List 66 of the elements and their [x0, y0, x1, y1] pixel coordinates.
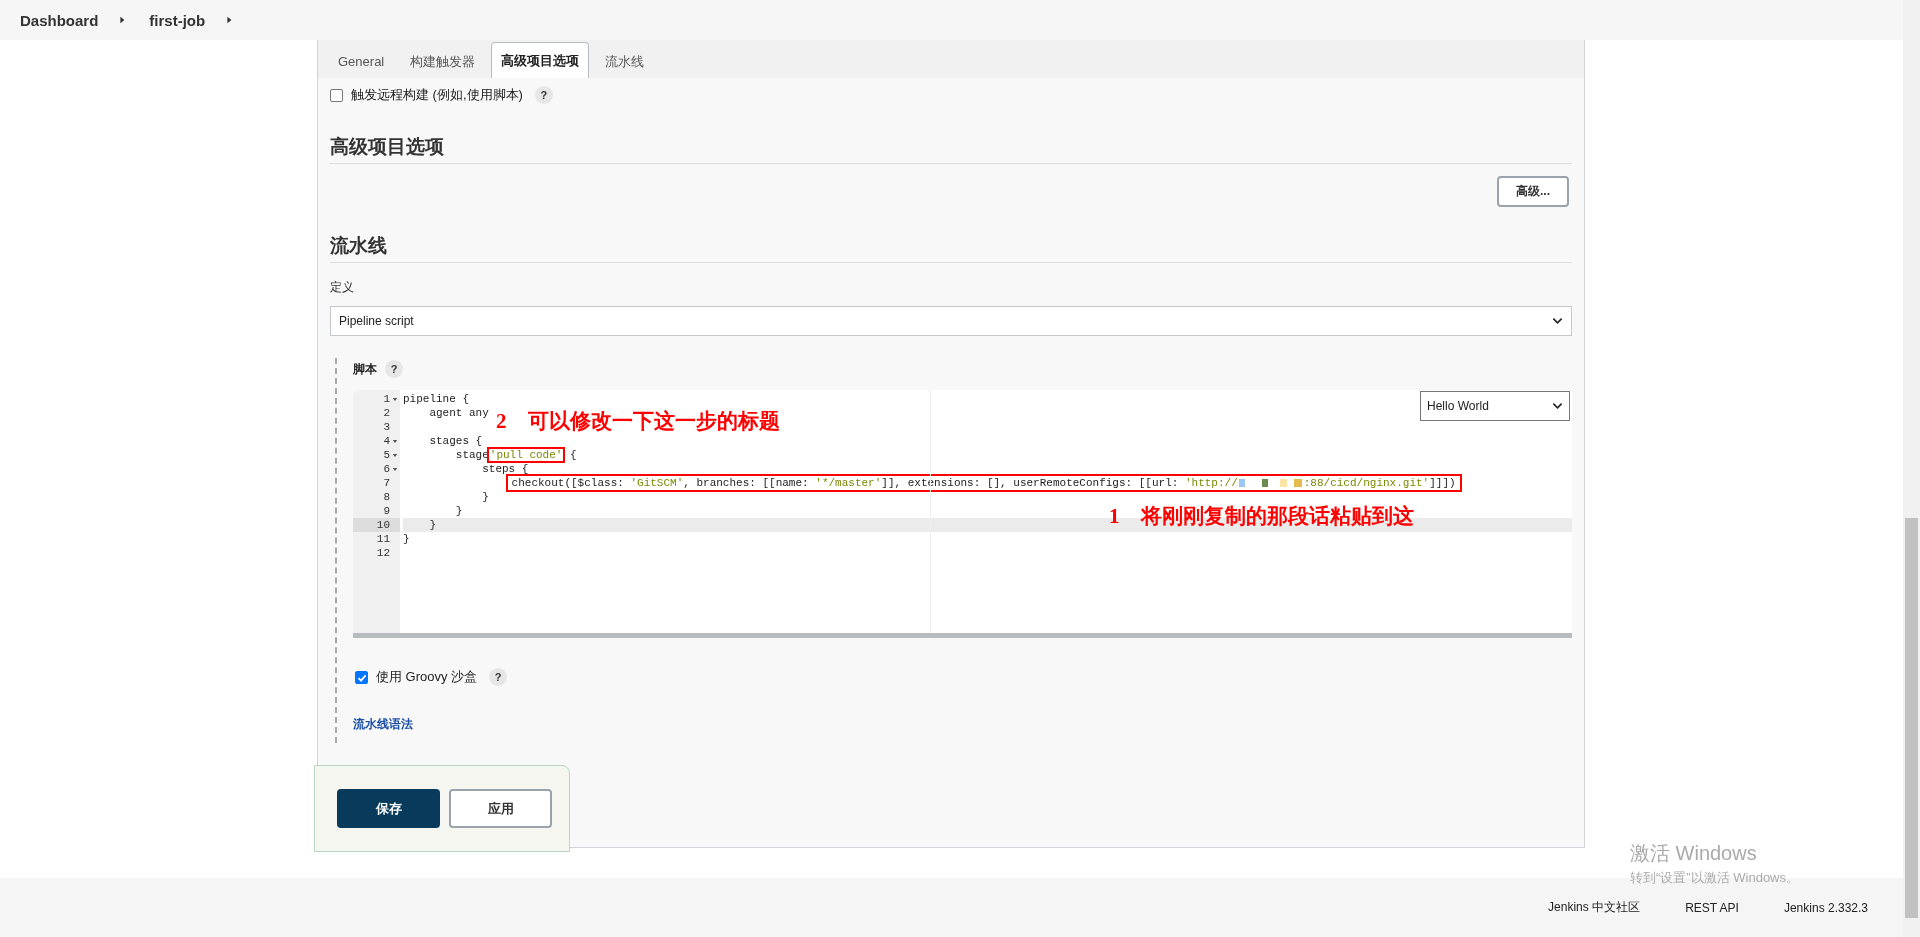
- fold-arrow-icon[interactable]: [392, 396, 398, 402]
- scrollbar-thumb[interactable]: [1905, 518, 1918, 918]
- code-text: steps {: [482, 463, 529, 475]
- tab[interactable]: 流水线: [595, 46, 655, 78]
- highlighted-code: 'pull code': [488, 449, 564, 461]
- line-number: 4: [383, 434, 390, 448]
- annotation-text: 1 将刚刚复制的那段话粘贴到这: [1109, 503, 1414, 530]
- section-heading: 高级项目选项: [330, 134, 1572, 164]
- tab[interactable]: General: [328, 46, 395, 78]
- scrollbar[interactable]: [1903, 0, 1920, 937]
- code-text: stages {: [429, 435, 483, 447]
- chevron-down-icon: [1552, 402, 1563, 410]
- code-text: stage'pull code' {: [455, 449, 577, 461]
- line-number: 11: [376, 532, 390, 546]
- help-button[interactable]: ?: [385, 360, 403, 378]
- breadcrumb-link[interactable]: first-job: [149, 11, 206, 29]
- line-number: 8: [383, 490, 390, 504]
- code-text: agent any: [429, 407, 489, 419]
- caret-icon: [225, 16, 234, 24]
- checkbox-label: 使用 Groovy 沙盒: [376, 668, 478, 686]
- checkbox-label: 触发远程构建 (例如,使用脚本): [351, 86, 523, 104]
- activation-title: 激活 Windows: [1630, 841, 1758, 866]
- line-number: 9: [383, 504, 390, 518]
- line-number: 1: [383, 392, 390, 406]
- breadcrumb-link[interactable]: Dashboard: [20, 11, 99, 29]
- line-number: 12: [376, 546, 390, 560]
- fold-arrow-icon[interactable]: [392, 438, 398, 444]
- code-editor[interactable]: [353, 390, 1572, 638]
- advanced-button[interactable]: 高级...: [1497, 176, 1569, 207]
- save-button[interactable]: 保存: [337, 789, 440, 828]
- section-heading: 流水线: [330, 233, 1572, 263]
- tab[interactable]: 构建触发器: [400, 46, 486, 78]
- redaction-blocks: [1237, 477, 1304, 490]
- footer-link[interactable]: Jenkins 2.332.3: [1783, 900, 1868, 915]
- syntax-link[interactable]: 流水线语法: [353, 716, 413, 733]
- code-text: }: [403, 533, 410, 545]
- activation-text: 转到“设置”以激活 Windows。: [1630, 869, 1799, 887]
- line-number: 3: [383, 420, 390, 434]
- line-number: 6: [383, 462, 390, 476]
- fold-arrow-icon[interactable]: [392, 452, 398, 458]
- checkbox[interactable]: [355, 670, 368, 684]
- definition-dropdown[interactable]: Pipeline script: [330, 306, 1572, 336]
- code-text: }: [482, 491, 489, 503]
- help-button[interactable]: ?: [489, 668, 508, 686]
- caret-icon: [118, 16, 127, 24]
- code-text: }: [429, 519, 436, 531]
- field-label: 定义: [330, 279, 355, 296]
- code-text: }: [455, 505, 463, 517]
- tab[interactable]: 高级项目选项: [491, 42, 590, 78]
- help-button[interactable]: ?: [534, 86, 553, 104]
- line-number: 7: [383, 476, 390, 490]
- code-text: pipeline {: [403, 393, 469, 405]
- line-number: 5: [383, 448, 390, 462]
- footer-link[interactable]: REST API: [1685, 900, 1739, 915]
- highlighted-code: checkout([$class: 'GitSCM', branches: [[name: '*/master']], extensions: [], userRemoteConfigs: [[url: 'http:// :88/cicd/nginx.git']]]): [508, 477, 1459, 489]
- footer-link[interactable]: Jenkins 中文社区: [1548, 899, 1641, 916]
- annotation-text: 2 可以修改一下这一步的标题: [496, 408, 780, 435]
- line-number: 10: [376, 518, 390, 532]
- line-number: 2: [383, 406, 390, 420]
- horizontal-scrollbar[interactable]: [353, 633, 1572, 638]
- apply-button[interactable]: 应用: [449, 789, 552, 828]
- field-label: 脚本: [353, 360, 377, 378]
- chevron-down-icon: [1552, 317, 1563, 325]
- fold-arrow-icon[interactable]: [392, 466, 398, 472]
- checkbox[interactable]: [330, 88, 343, 102]
- template-dropdown[interactable]: Hello World: [1420, 391, 1570, 421]
